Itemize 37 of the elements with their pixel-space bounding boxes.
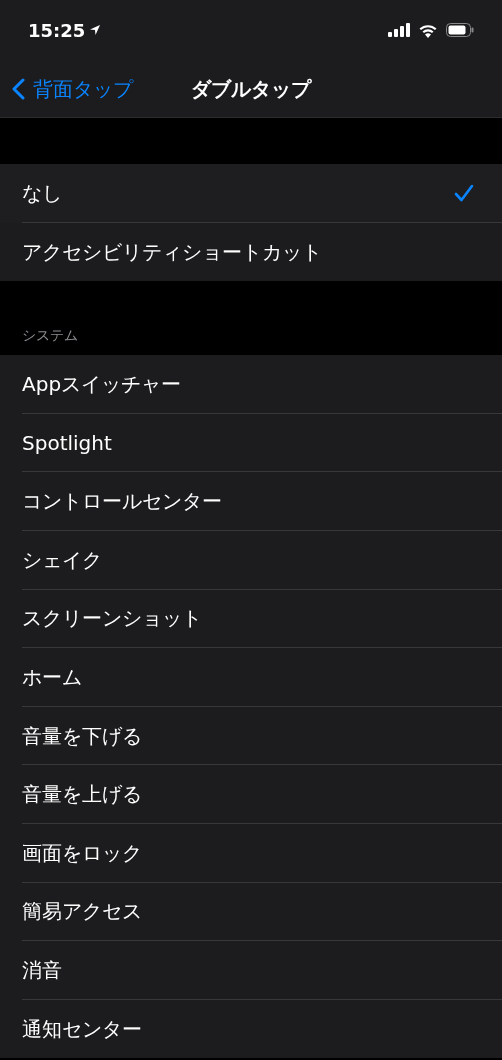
- option-row[interactable]: 簡易アクセス: [0, 882, 502, 942]
- signal-icon: [388, 23, 410, 37]
- option-row[interactable]: 音量を上げる: [0, 765, 502, 824]
- option-row[interactable]: 消音: [0, 941, 502, 1000]
- location-arrow-icon: [89, 24, 102, 36]
- option-label: 消音: [22, 956, 62, 984]
- option-label: ホーム: [22, 663, 82, 691]
- option-label: Appスイッチャー: [22, 371, 182, 398]
- option-row[interactable]: 通知センター: [0, 999, 502, 1059]
- option-label: 通知センター: [22, 1016, 142, 1043]
- back-button[interactable]: 背面タップ: [12, 73, 133, 104]
- page-title: ダブルタップ: [191, 75, 311, 103]
- option-label: 簡易アクセス: [22, 898, 142, 926]
- option-label: なし: [22, 179, 62, 207]
- clock-time: 15:25: [28, 18, 86, 43]
- option-row[interactable]: アクセシビリティショートカット: [0, 222, 502, 282]
- option-label: シェイク: [22, 546, 102, 574]
- option-label: コントロールセンター: [22, 488, 222, 516]
- chevron-left-icon: [12, 77, 25, 100]
- option-label: 音量を下げる: [22, 722, 142, 750]
- option-row[interactable]: スクリーンショット: [0, 589, 502, 649]
- option-label: 画面をロック: [22, 839, 142, 867]
- option-row[interactable]: ホーム: [0, 648, 502, 707]
- option-label: 音量を上げる: [22, 781, 142, 809]
- option-label: Spotlight: [22, 429, 112, 457]
- option-label: アクセシビリティショートカット: [22, 238, 322, 266]
- wifi-icon: [418, 22, 438, 38]
- option-row[interactable]: シェイク: [0, 530, 502, 590]
- option-label: スクリーンショット: [22, 605, 202, 633]
- battery-icon: [446, 23, 474, 37]
- option-row[interactable]: Appスイッチャー: [0, 355, 502, 414]
- option-row[interactable]: コントロールセンター: [0, 472, 502, 531]
- option-row[interactable]: 画面をロック: [0, 823, 502, 883]
- section-header: システム: [22, 326, 78, 346]
- option-row[interactable]: Spotlight: [0, 413, 502, 473]
- checkmark-icon: [454, 183, 474, 202]
- option-row[interactable]: 音量を下げる: [0, 706, 502, 766]
